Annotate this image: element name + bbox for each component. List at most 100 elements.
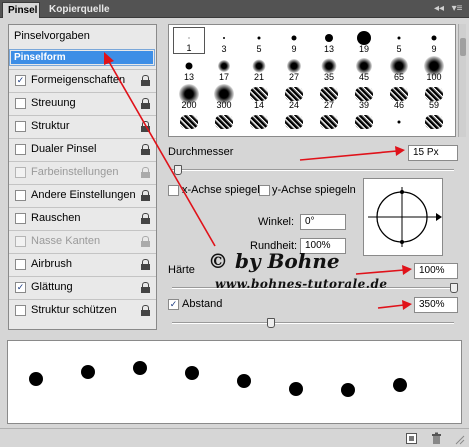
abstand-field[interactable]: 350% [414, 297, 458, 313]
sidebar-item-farbeinstellungen[interactable]: Farbeinstellungen [9, 161, 156, 183]
angle-roundness-widget[interactable] [363, 178, 443, 256]
pinselvorgaben-header[interactable]: Pinselvorgaben [9, 25, 156, 47]
sidebar-item-rauschen[interactable]: Rauschen [9, 207, 156, 229]
lock-icon[interactable] [141, 305, 150, 316]
brush-preset[interactable]: 14 [243, 83, 275, 110]
brush-preset[interactable]: 59 [418, 83, 450, 110]
brush-preset[interactable]: 17 [208, 55, 240, 82]
sidebar-item-checkbox[interactable] [15, 213, 26, 224]
sidebar-item-struktur[interactable]: Struktur [9, 115, 156, 137]
abstand-checkbox[interactable]: ✓ [168, 299, 179, 310]
brush-preset[interactable] [208, 111, 240, 136]
brush-preset[interactable]: 45 [348, 55, 380, 82]
brush-preset[interactable]: 65 [383, 55, 415, 82]
preview-dot [393, 378, 407, 392]
panel-menu-icon[interactable]: ▾≡ [450, 2, 464, 16]
brush-preset[interactable] [173, 111, 205, 136]
brush-preset[interactable] [278, 111, 310, 136]
brush-size-label: 5 [256, 44, 262, 54]
sidebar-item-checkbox[interactable] [15, 236, 26, 247]
tab-kopierquelle[interactable]: Kopierquelle [44, 2, 118, 18]
sidebar-item-checkbox[interactable] [15, 259, 26, 270]
brush-preset[interactable] [348, 111, 380, 136]
sidebar-item-checkbox[interactable] [15, 121, 26, 132]
sidebar-item-checkbox[interactable] [15, 167, 26, 178]
brush-size-label: 46 [393, 100, 404, 110]
brush-preset[interactable]: 46 [383, 83, 415, 110]
sidebar-item-checkbox[interactable] [15, 98, 26, 109]
brush-shape [257, 36, 261, 40]
durchmesser-slider-track[interactable] [172, 169, 454, 171]
resize-grip-icon[interactable] [452, 432, 465, 445]
brush-preset[interactable]: 9 [278, 27, 310, 54]
brush-size-label: 9 [431, 44, 437, 54]
winkel-field[interactable]: 0° [300, 214, 346, 230]
sidebar-item-formeigenschaften[interactable]: ✓ Formeigenschaften [9, 69, 156, 91]
abstand-slider-knob[interactable] [266, 318, 275, 328]
brush-size-label: 65 [393, 72, 404, 82]
lock-icon[interactable] [141, 75, 150, 86]
brush-preset[interactable]: 19 [348, 27, 380, 54]
brush-size-label: 24 [288, 100, 299, 110]
brush-preset[interactable]: 13 [313, 27, 345, 54]
abstand-slider-track[interactable] [172, 322, 454, 324]
sidebar-item-airbrush[interactable]: Airbrush [9, 253, 156, 275]
scrollbar-thumb[interactable] [460, 38, 466, 56]
haerte-field[interactable]: 100% [414, 263, 458, 279]
sidebar-item-dualer-pinsel[interactable]: Dualer Pinsel [9, 138, 156, 160]
lock-icon[interactable] [141, 144, 150, 155]
lock-icon[interactable] [141, 213, 150, 224]
brush-size-label: 5 [396, 44, 402, 54]
brush-preset[interactable]: 13 [173, 55, 205, 82]
lock-icon[interactable] [141, 167, 150, 178]
brush-preset[interactable]: 27 [313, 83, 345, 110]
sidebar-item-label: Streuung [31, 97, 76, 109]
brush-preset[interactable]: 5 [383, 27, 415, 54]
sidebar-item-checkbox[interactable] [15, 144, 26, 155]
sidebar-item-andere-einstellungen[interactable]: Andere Einstellungen [9, 184, 156, 206]
sidebar-item-checkbox[interactable]: ✓ [15, 282, 26, 293]
durchmesser-field[interactable]: 15 Px [408, 145, 458, 161]
brush-preset[interactable] [383, 111, 415, 136]
arrow-to-abstand [377, 304, 405, 309]
lock-icon[interactable] [141, 190, 150, 201]
brush-preset[interactable]: 27 [278, 55, 310, 82]
haerte-slider-knob[interactable] [450, 283, 458, 293]
flip-x-checkbox[interactable] [168, 185, 179, 196]
brush-preset[interactable] [243, 111, 275, 136]
lock-icon[interactable] [141, 98, 150, 109]
durchmesser-slider-knob[interactable] [173, 165, 182, 175]
brush-preset[interactable]: 21 [243, 55, 275, 82]
brush-preset[interactable]: 300 [208, 83, 240, 110]
lock-icon[interactable] [141, 282, 150, 293]
brush-grid-scrollbar[interactable] [458, 24, 466, 137]
brush-preset[interactable]: 35 [313, 55, 345, 82]
pinselform-selected-item[interactable]: Pinselform [9, 49, 155, 66]
sidebar-item-glättung[interactable]: ✓ Glättung [9, 276, 156, 298]
brush-preset[interactable] [313, 111, 345, 136]
brush-preset[interactable]: 100 [418, 55, 450, 82]
brush-preset[interactable]: 1 [173, 27, 205, 54]
new-preset-icon[interactable] [405, 432, 418, 445]
sidebar-item-checkbox[interactable] [15, 190, 26, 201]
brush-tip-grid[interactable]: 1 3 5 9 13 19 5 9 13 17 21 27 35 45 65 100 200 300 14 24 27 3… [168, 24, 456, 137]
flip-y-checkbox[interactable] [259, 185, 270, 196]
sidebar-item-streuung[interactable]: Streuung [9, 92, 156, 114]
brush-preset[interactable]: 9 [418, 27, 450, 54]
lock-icon[interactable] [141, 236, 150, 247]
sidebar-item-checkbox[interactable] [15, 305, 26, 316]
lock-icon[interactable] [141, 121, 150, 132]
trash-icon[interactable] [430, 432, 443, 445]
brush-preset[interactable] [418, 111, 450, 136]
sidebar-item-checkbox[interactable]: ✓ [15, 75, 26, 86]
sidebar-item-struktur-schützen[interactable]: Struktur schützen [9, 299, 156, 321]
tab-pinsel[interactable]: Pinsel [2, 2, 40, 18]
sidebar-item-nasse-kanten[interactable]: Nasse Kanten [9, 230, 156, 252]
brush-preset[interactable]: 39 [348, 83, 380, 110]
brush-preset[interactable]: 3 [208, 27, 240, 54]
brush-preset[interactable]: 200 [173, 83, 205, 110]
brush-preset[interactable]: 24 [278, 83, 310, 110]
brush-preset[interactable]: 5 [243, 27, 275, 54]
lock-icon[interactable] [141, 259, 150, 270]
collapse-icon[interactable]: ◂◂ [432, 2, 446, 16]
